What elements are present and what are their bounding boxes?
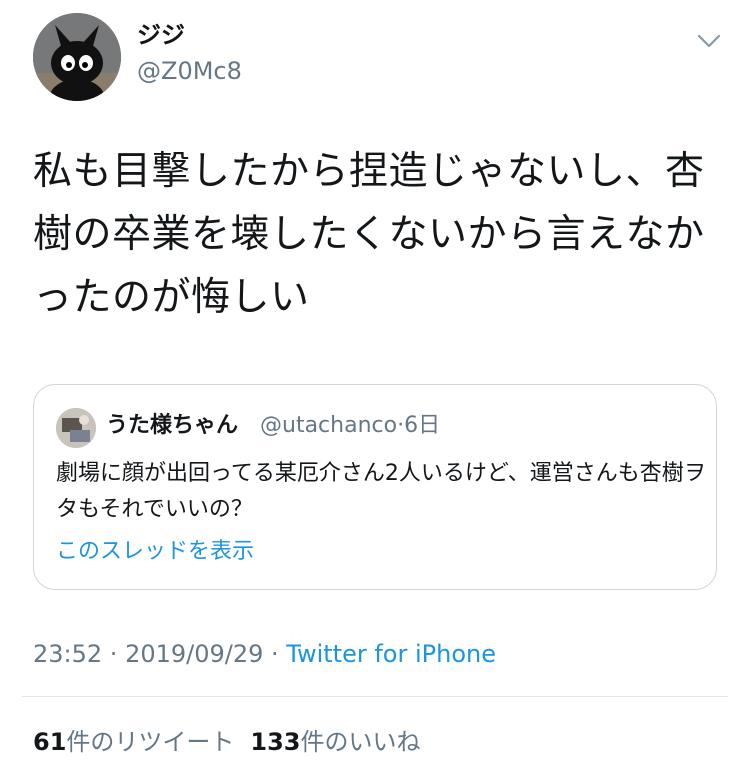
author-avatar[interactable] xyxy=(33,13,121,101)
meta-separator: · xyxy=(263,640,287,668)
retweet-label: 件のリツイート xyxy=(66,728,235,756)
author-handle[interactable]: @Z0Mc8 xyxy=(137,56,242,86)
tweet-stats: 61件のリツイート 133件のいいね xyxy=(33,725,437,759)
like-label: 件のいいね xyxy=(300,728,421,756)
like-count: 133 xyxy=(250,728,301,756)
quoted-tweet-text: 劇場に顔が出回ってる某厄介さん2人いるけど、運営さんも杏樹ヲタもそれでいいの？ xyxy=(56,461,706,522)
show-thread-link[interactable]: このスレッドを表示 xyxy=(56,536,254,568)
quoted-author-handle[interactable]: @utachanco xyxy=(260,413,397,438)
quoted-tweet-time: ·6日 xyxy=(397,413,441,438)
retweet-count: 61 xyxy=(33,728,67,756)
divider xyxy=(22,696,728,697)
black-cat-avatar-icon xyxy=(33,13,121,101)
author-display-name[interactable]: ジジ xyxy=(137,20,185,50)
tweet-date: 2019/09/29 xyxy=(125,640,264,668)
tweet-text: 私も目撃したから捏造じゃないし、杏樹の卒業を壊したくないから言えなかったのが悔し… xyxy=(33,149,705,320)
quoted-author-avatar[interactable] xyxy=(56,408,96,448)
like-count-link[interactable]: 133件のいいね xyxy=(250,728,420,756)
meta-separator: · xyxy=(102,640,126,668)
quoted-author-name[interactable]: うた様ちゃん xyxy=(106,410,238,442)
tweet-time: 23:52 xyxy=(33,640,103,668)
retweet-count-link[interactable]: 61件のリツイート xyxy=(33,728,234,756)
chevron-down-icon xyxy=(697,34,721,48)
tweet-source-link[interactable]: Twitter for iPhone xyxy=(286,640,496,668)
tweet-menu-button[interactable] xyxy=(694,30,724,52)
quoted-author-handle-time: @utachanco·6日 xyxy=(260,410,440,442)
tweet-meta: 23:52 · 2019/09/29 · Twitter for iPhone xyxy=(33,637,496,671)
photo-avatar-icon xyxy=(56,408,96,448)
